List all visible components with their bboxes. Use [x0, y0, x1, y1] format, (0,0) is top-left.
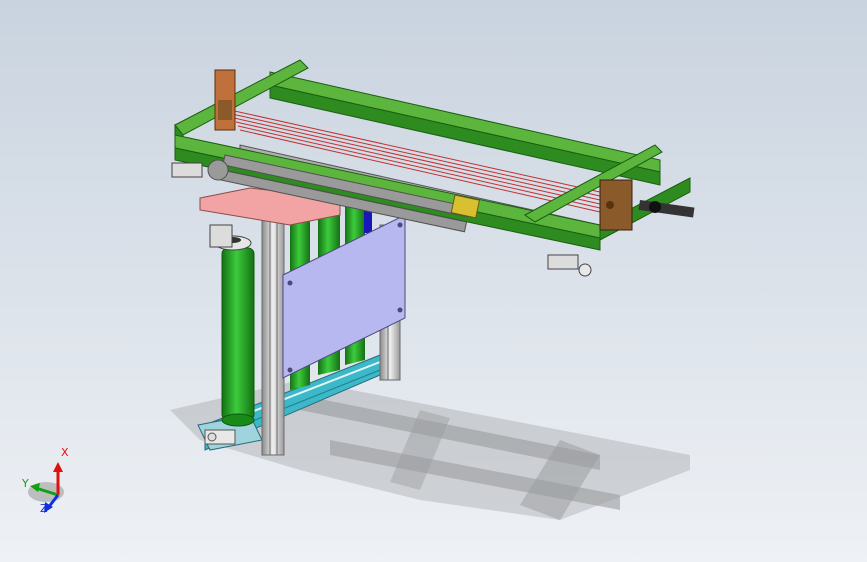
- upright-left: [261, 204, 285, 456]
- y-axis-label: Y: [21, 477, 29, 490]
- assembly-model[interactable]: X Y Z: [0, 0, 867, 562]
- cad-viewport[interactable]: X Y Z: [0, 0, 867, 562]
- x-axis-label: X: [61, 446, 69, 459]
- bracket-right: [599, 179, 633, 231]
- lift-cylinder: [221, 247, 255, 421]
- z-axis-label: Z: [40, 502, 48, 515]
